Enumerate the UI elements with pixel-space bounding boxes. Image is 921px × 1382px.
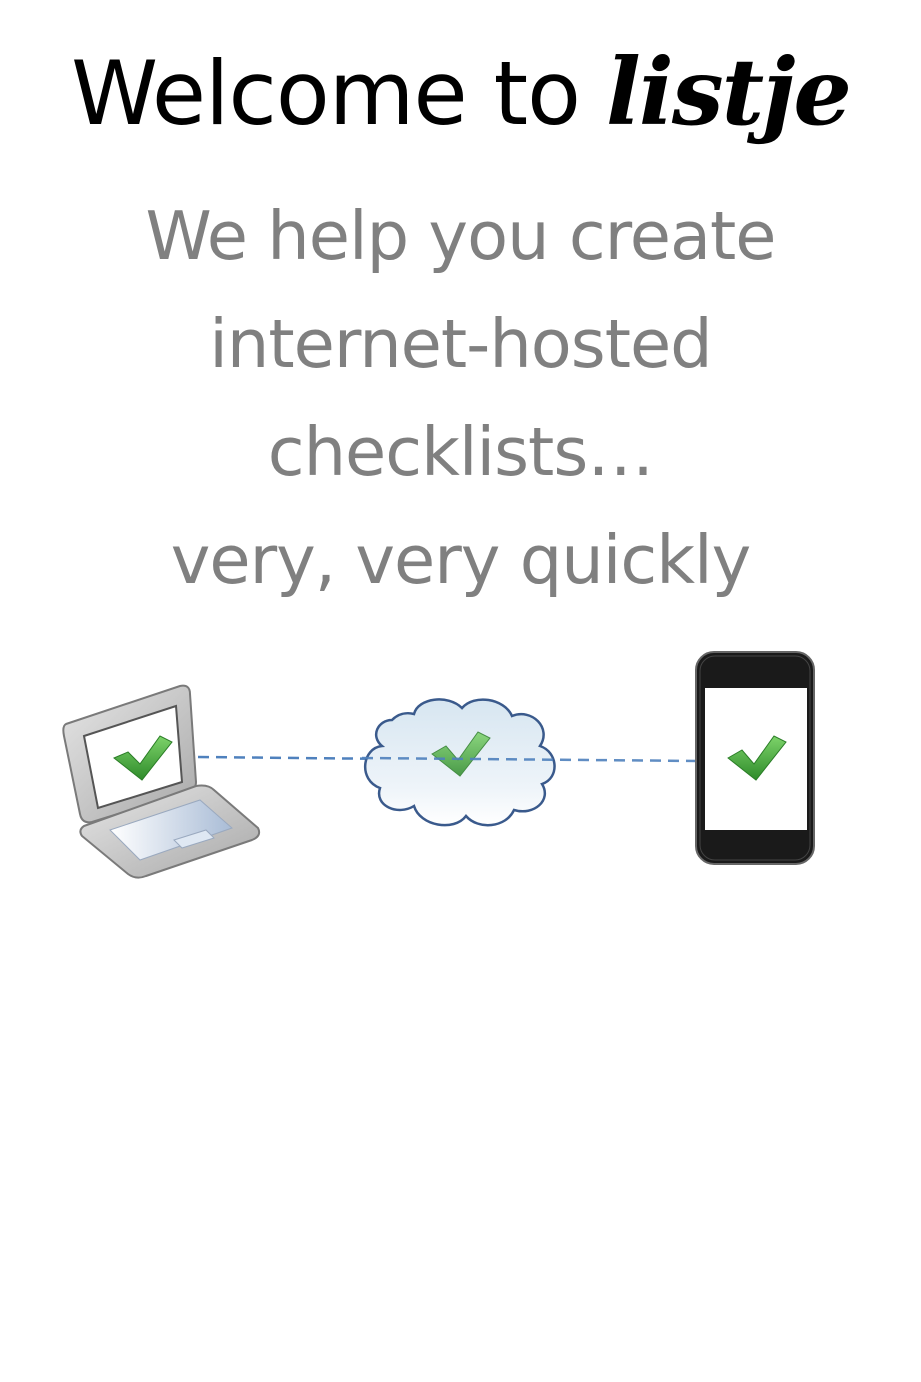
sync-illustration	[62, 651, 815, 879]
brand-logo: listje	[605, 38, 852, 146]
welcome-text: Welcome to	[71, 42, 581, 145]
tagline-line: checklists…	[267, 413, 654, 491]
tagline-line: We help you create	[145, 197, 776, 275]
welcome-heading: Welcome to listje	[0, 38, 921, 146]
tagline-line: very, very quickly	[170, 521, 752, 599]
tagline: We help you create internet-hosted check…	[0, 182, 921, 614]
tagline-line: internet-hosted	[209, 305, 712, 383]
cloud-icon	[363, 698, 556, 827]
smartphone-icon	[695, 651, 815, 865]
laptop-icon	[62, 684, 261, 879]
